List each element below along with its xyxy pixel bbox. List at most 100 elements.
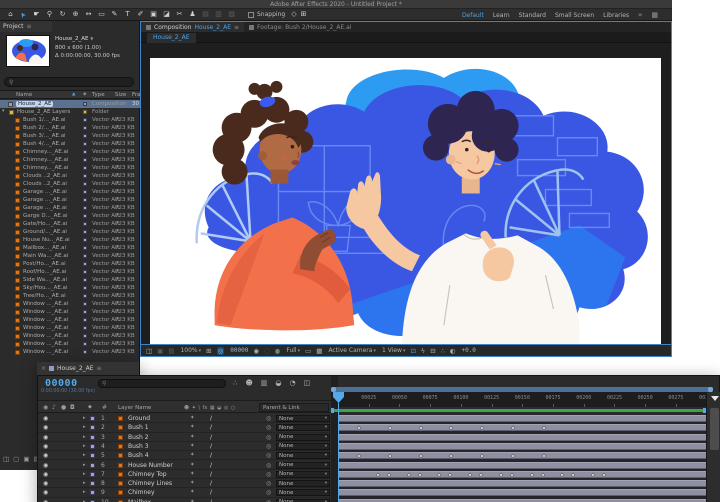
column-size[interactable]: Size — [115, 92, 126, 98]
hand-tool[interactable]: ☛ — [30, 9, 43, 20]
axis-mode-view[interactable]: ▧ — [225, 9, 238, 20]
item-name[interactable]: Window ..._AE.ai — [23, 317, 68, 323]
layer-name[interactable]: Bush 4 — [128, 452, 149, 459]
layer-row[interactable]: ◉ ▸ 8 Chimney Lines ✦ ∕ ◎ None ▾ — [38, 479, 331, 488]
lock-column-icon[interactable]: ◘ — [70, 404, 75, 411]
solo-column-icon[interactable]: ● — [61, 404, 66, 411]
project-item-row[interactable]: Garage ..._AE.ai Vector Art 723 KB — [0, 196, 140, 204]
axis-mode-local[interactable]: ▤ — [199, 9, 212, 20]
panel-menu-icon[interactable]: ≡ — [234, 24, 239, 31]
roto-brush-tool[interactable]: ✂ — [173, 9, 186, 20]
project-item-row[interactable]: Window ..._AE.ai Vector Art 723 KB — [0, 332, 140, 340]
video-column-icon[interactable]: ◉ — [43, 404, 48, 411]
label-swatch[interactable] — [83, 222, 87, 226]
item-name[interactable]: Clouds ..2_AE.ai — [23, 181, 67, 187]
item-name[interactable]: Window ..._AE.ai — [23, 349, 68, 355]
frame-blend-switch-icon[interactable]: ▦ — [210, 405, 215, 411]
layer-label-swatch[interactable] — [90, 472, 95, 477]
collapse-switch-icon[interactable]: ✦ — [190, 424, 195, 430]
eye-icon[interactable]: ◉ — [43, 452, 48, 459]
project-item-row[interactable]: Chimney..._AE.ai Vector Art 723 KB — [0, 164, 140, 172]
viewer-comp-tab[interactable]: House_2_AE — [147, 33, 196, 43]
parent-dropdown[interactable]: None ▾ — [276, 434, 330, 441]
layer-label-swatch[interactable] — [90, 435, 95, 440]
panel-menu-icon[interactable]: ≡ — [97, 365, 102, 372]
quality-switch-icon[interactable]: ∕ — [210, 443, 212, 450]
quality-switch-icon[interactable]: ∕ — [210, 415, 212, 422]
workspace-overflow-icon[interactable]: » — [638, 11, 642, 19]
label-swatch[interactable] — [83, 310, 87, 314]
layer-label-swatch[interactable] — [90, 463, 95, 468]
project-item-row[interactable]: House Nu.._AE.ai Vector Art 723 KB — [0, 236, 140, 244]
pickwhip-icon[interactable]: ◎ — [266, 489, 271, 496]
eye-icon[interactable]: ◉ — [43, 462, 48, 469]
frame-blending-icon[interactable]: ▥ — [261, 379, 268, 389]
auto-keyframe-icon[interactable]: ◔ — [290, 379, 296, 389]
audio-column-icon[interactable]: ♪ — [52, 404, 56, 411]
comp-mini-flowchart-icon[interactable]: ∴ — [233, 379, 237, 389]
collapse-switch-icon[interactable]: ✦ — [190, 480, 195, 486]
column-parent-link[interactable]: Parent & Link — [259, 403, 329, 412]
item-name[interactable]: Post/Ho..._AE.ai — [23, 261, 66, 267]
motion-blur-icon[interactable]: ◒ — [275, 379, 281, 389]
composition-viewer[interactable] — [141, 43, 671, 344]
label-swatch[interactable] — [83, 198, 87, 202]
timeline-scrollbar[interactable] — [706, 392, 720, 502]
eye-icon[interactable]: ◉ — [43, 424, 48, 431]
quality-switch-icon[interactable]: ∕ — [210, 424, 212, 431]
axis-mode-world[interactable]: ▥ — [212, 9, 225, 20]
collapse-switch-icon[interactable]: ✦ — [190, 415, 195, 421]
quality-switch-icon[interactable]: ∕ — [210, 489, 212, 496]
project-item-row[interactable]: Bush 4/..._AE.ai Vector Art 723 KB — [0, 140, 140, 148]
parent-dropdown[interactable]: None ▾ — [276, 452, 330, 459]
layer-row[interactable]: ◉ ▸ 4 Bush 3 ✦ ∕ ◎ None ▾ — [38, 442, 331, 451]
timeline-button[interactable]: ⊟ — [430, 347, 435, 355]
shy-switch-icon[interactable]: ☻ — [184, 405, 189, 411]
composition-canvas[interactable] — [150, 58, 661, 344]
project-item-row[interactable]: Mailbox..._AE.ai Vector Art 723 KB — [0, 244, 140, 252]
expander-icon[interactable]: ▸ — [83, 443, 86, 449]
work-area-start-handle[interactable] — [331, 408, 334, 413]
project-item-row[interactable]: Window ..._AE.ai Vector Art 723 KB — [0, 316, 140, 324]
eye-icon[interactable]: ◉ — [43, 434, 48, 441]
eye-icon[interactable]: ◉ — [43, 471, 48, 478]
label-swatch[interactable] — [83, 294, 87, 298]
transparency-grid-toggle[interactable]: ▦ — [316, 347, 322, 355]
project-item-row[interactable]: Clouds ..2_AE.ai Vector Art 723 KB — [0, 172, 140, 180]
pickwhip-icon[interactable]: ◎ — [266, 452, 271, 459]
project-item-row[interactable]: Garage ..._AE.ai Vector Art 723 KB — [0, 188, 140, 196]
label-swatch[interactable] — [83, 102, 87, 106]
layer-duration-bar[interactable] — [338, 471, 706, 478]
parent-dropdown[interactable]: None ▾ — [276, 415, 330, 422]
layer-row[interactable]: ◉ ▸ 10 Mailbox ✦ ∕ ◎ None ▾ — [38, 498, 331, 502]
flowchart-button[interactable]: ∴ — [441, 347, 445, 355]
item-name[interactable]: Chimney..._AE.ai — [23, 165, 68, 171]
label-swatch[interactable] — [83, 302, 87, 306]
expander-icon[interactable]: ▸ — [83, 434, 86, 440]
quality-switch-icon[interactable]: ∕ — [210, 471, 212, 478]
project-item-row[interactable]: Window ..._AE.ai Vector Art 723 KB — [0, 300, 140, 308]
footage-tab[interactable]: Footage: Bush 2/House_2_AE.ai — [244, 22, 356, 32]
item-name[interactable]: Bush 3/..._AE.ai — [23, 133, 66, 139]
parent-dropdown[interactable]: None ▾ — [276, 462, 330, 469]
region-of-interest-button[interactable]: ▭ — [305, 347, 311, 355]
pickwhip-icon[interactable]: ◎ — [266, 415, 271, 422]
layer-track-bar[interactable] — [338, 488, 706, 497]
project-item-row[interactable]: Bush 2/..._AE.ai Vector Art 723 KB — [0, 124, 140, 132]
quality-switch-icon[interactable]: ∕ — [210, 434, 212, 441]
quality-switch-icon[interactable]: ∕ — [210, 462, 212, 469]
layer-row[interactable]: ◉ ▸ 3 Bush 2 ✦ ∕ ◎ None ▾ — [38, 433, 331, 442]
column-type[interactable]: Type — [92, 92, 105, 98]
item-name[interactable]: Side Wa..._AE.ai — [23, 277, 67, 283]
grid-guides-button[interactable]: ⊞ — [206, 347, 211, 355]
project-column-headers[interactable]: Name ▲ ◆ Type Size Fra — [0, 90, 140, 99]
zoom-tool[interactable]: ⚲ — [43, 9, 56, 20]
project-search-input[interactable]: ⚲ — [4, 77, 134, 87]
collapse-switch-icon[interactable]: ✦ — [190, 443, 195, 449]
item-name[interactable]: Main Wa..._AE.ai — [23, 253, 68, 259]
pixel-aspect-toggle[interactable]: ⊡ — [410, 347, 415, 355]
scrollbar-thumb[interactable] — [710, 408, 719, 450]
parent-dropdown[interactable]: None ▾ — [276, 443, 330, 450]
expander-icon[interactable]: ▸ — [83, 424, 86, 430]
label-swatch[interactable] — [83, 110, 87, 114]
